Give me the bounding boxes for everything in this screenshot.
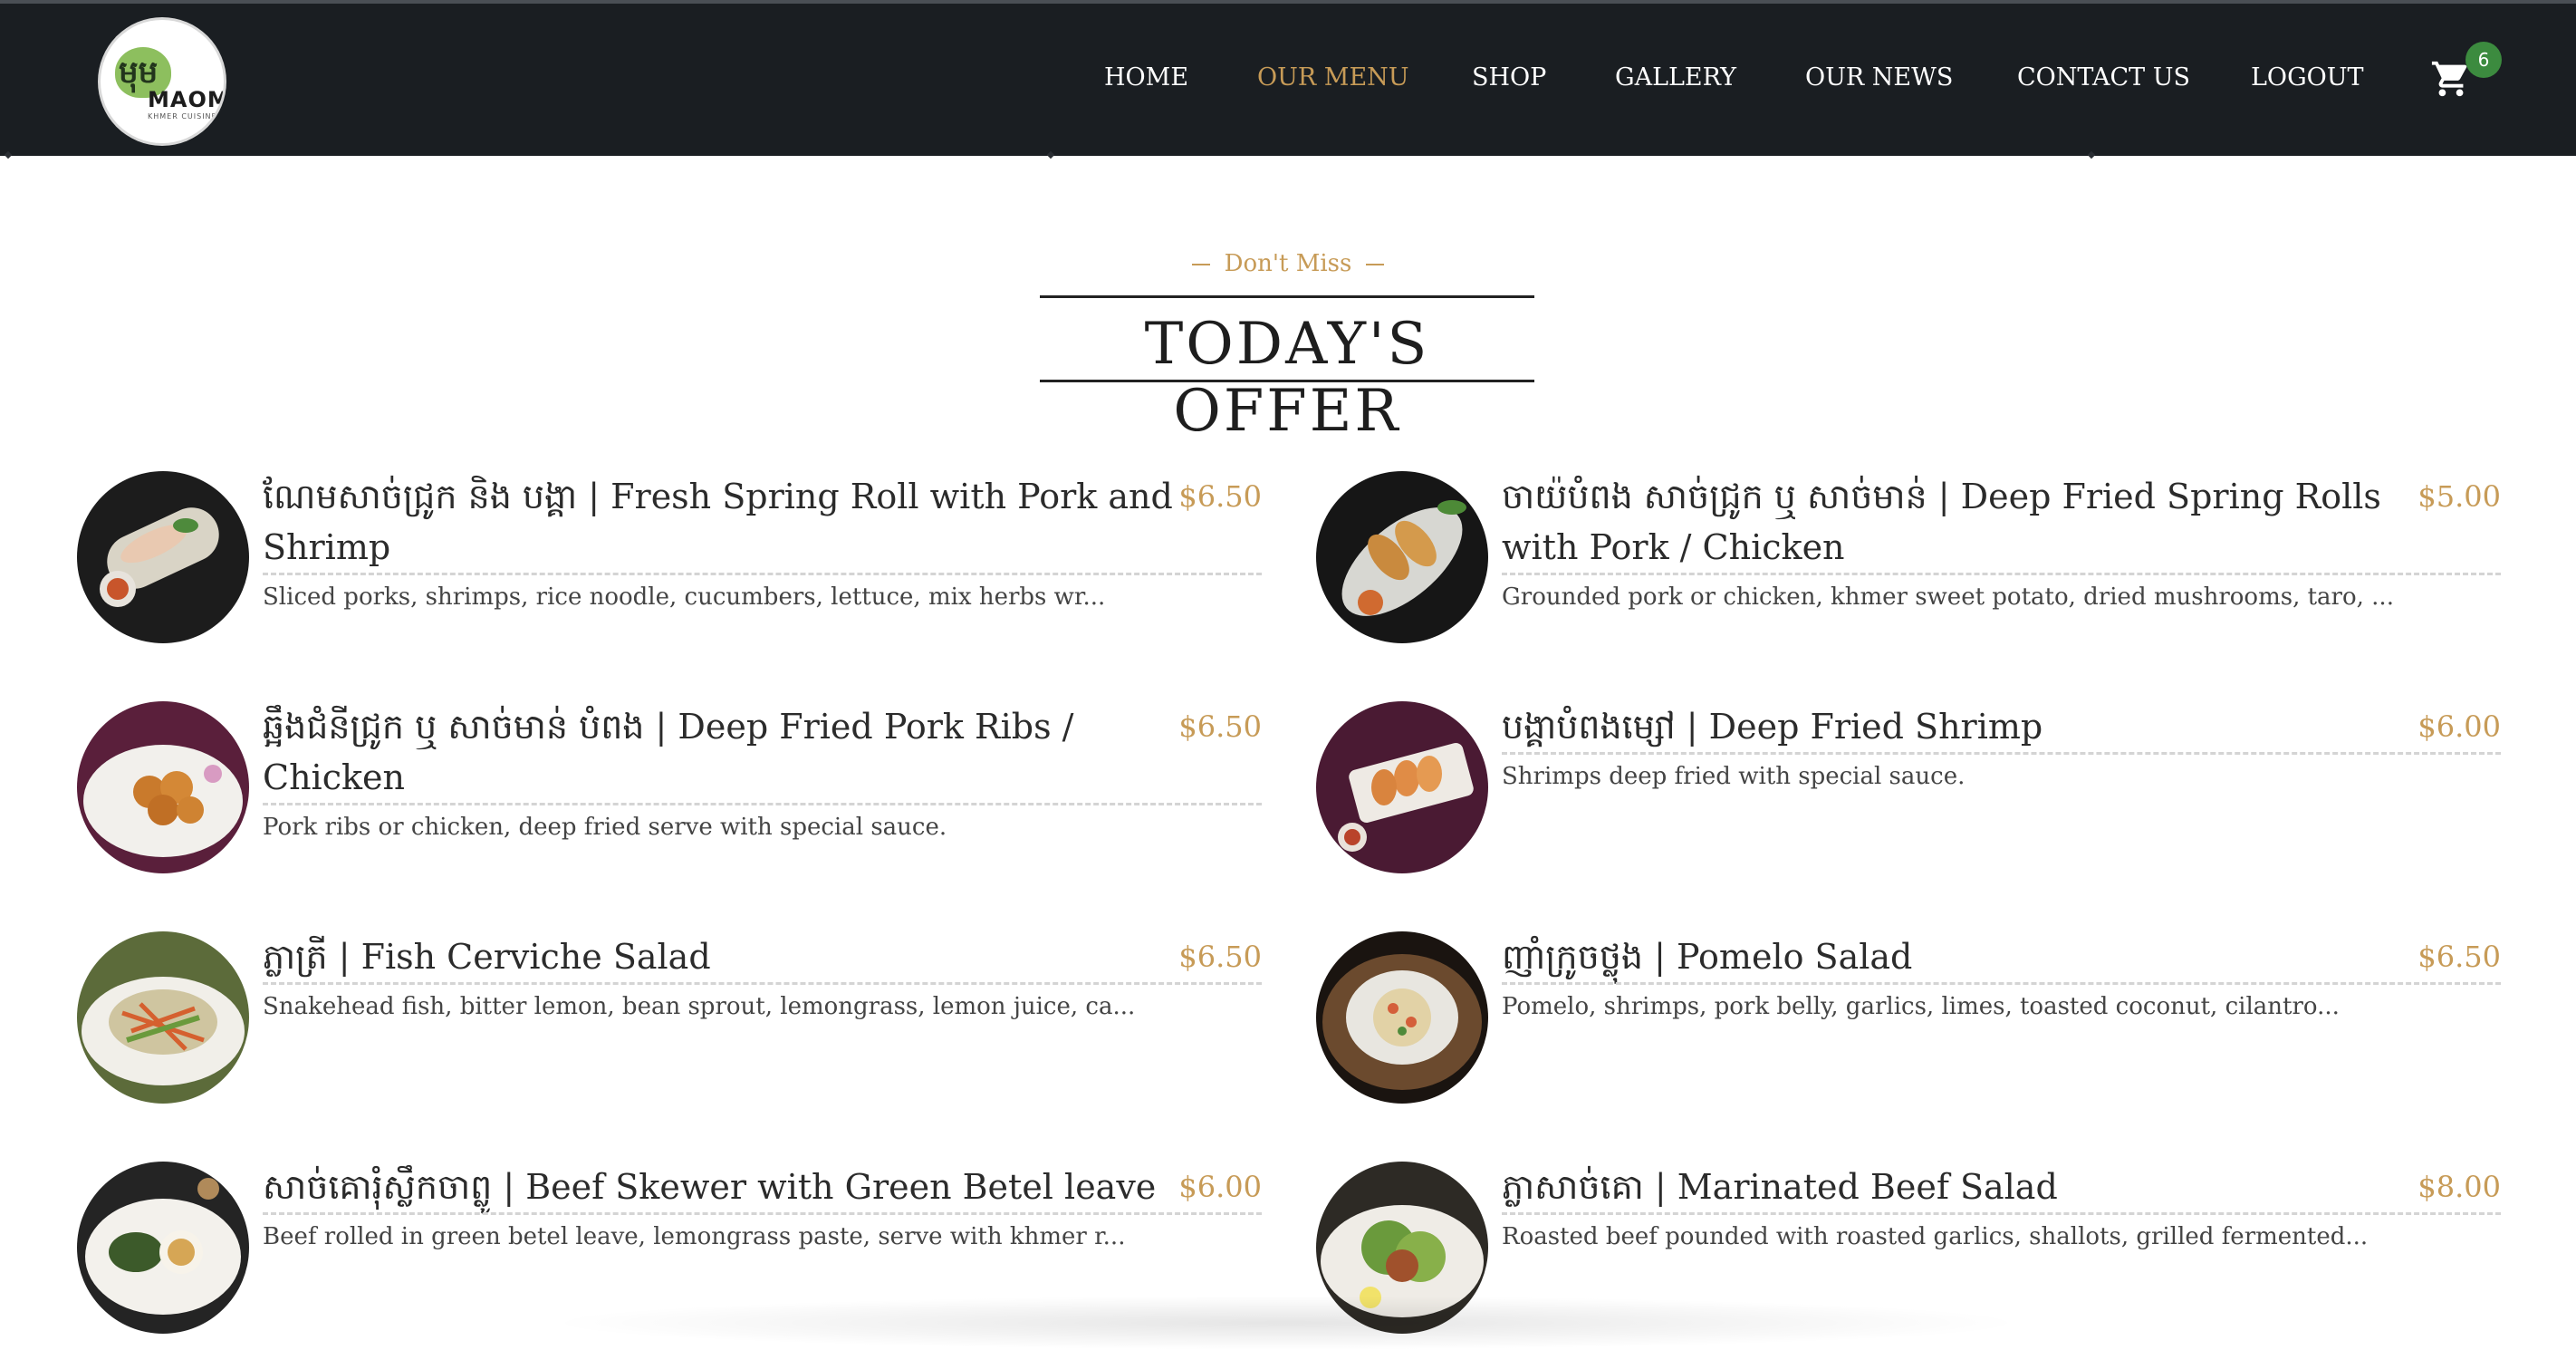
food-photo [77, 471, 249, 643]
menu-item-name[interactable]: សាច់គោរុំស្លឹកចាព្លូ | Beef Skewer with … [263, 1162, 1177, 1212]
menu-item[interactable]: ឆ្អឹងជំនីជ្រូក ឬ សាច់មាន់ បំពង | Deep Fr… [77, 701, 1262, 873]
dashed-divider [263, 573, 1262, 575]
nav-gallery[interactable]: GALLERY [1615, 63, 1736, 92]
food-photo [77, 1162, 249, 1334]
nav-our-menu[interactable]: OUR MENU [1257, 63, 1409, 92]
nav-our-news[interactable]: OUR NEWS [1805, 63, 1953, 92]
menu-item[interactable]: ចាយ៉បំពង សាច់ជ្រូក ឬ សាច់មាន់ | Deep Fri… [1316, 471, 2501, 643]
menu-item-name[interactable]: ភ្លាសាច់គោ | Marinated Beef Salad [1502, 1162, 2417, 1212]
menu-item[interactable]: ណែមសាច់ជ្រូក និង បង្គា | Fresh Spring Ro… [77, 471, 1262, 643]
dashed-divider [263, 803, 1262, 805]
menu-item-price: $6.50 [2417, 940, 2501, 974]
menu-item-name[interactable]: ណែមសាច់ជ្រូក និង បង្គា | Fresh Spring Ro… [263, 471, 1177, 573]
menu-item-name[interactable]: ភ្លាត្រី | Fish Cerviche Salad [263, 931, 1177, 982]
menu-item-price: $8.00 [2417, 1170, 2501, 1204]
dashed-divider [1502, 1212, 2501, 1215]
site-header: មុម MAOM KHMER CUISINE HOME OUR MENU SHO… [0, 4, 2576, 156]
bottom-shadow [543, 1296, 2029, 1350]
subtitle-text: Don't Miss [1224, 250, 1352, 277]
menu-item-description: Grounded pork or chicken, khmer sweet po… [1502, 583, 2394, 611]
dashed-divider [1502, 752, 2501, 755]
dashed-divider [263, 1212, 1262, 1215]
menu-item-description: Pork ribs or chicken, deep fried serve w… [263, 814, 947, 841]
menu-item[interactable]: បង្គាបំពងម្សៅ | Deep Fried Shrimp $6.00 … [1316, 701, 2501, 873]
menu-item-description: Pomelo, shrimps, pork belly, garlics, li… [1502, 993, 2340, 1020]
menu-item-name[interactable]: ឆ្អឹងជំនីជ្រូក ឬ សាច់មាន់ បំពង | Deep Fr… [263, 701, 1177, 803]
cart-count-badge: 6 [2465, 42, 2502, 78]
menu-item-price: $6.50 [1178, 940, 1262, 974]
menu-item-description: Shrimps deep fried with special sauce. [1502, 763, 1966, 790]
subtitle-dash-left [1191, 264, 1210, 265]
menu-item-price: $6.00 [1178, 1170, 1262, 1204]
menu-item-name[interactable]: ចាយ៉បំពង សាច់ជ្រូក ឬ សាច់មាន់ | Deep Fri… [1502, 471, 2417, 573]
menu-item-price: $6.00 [2417, 709, 2501, 744]
nav-contact-us[interactable]: CONTACT US [2017, 63, 2190, 92]
menu-item-price: $5.00 [2417, 479, 2501, 514]
menu-item-description: Roasted beef pounded with roasted garlic… [1502, 1223, 2369, 1250]
food-photo [1316, 701, 1488, 873]
menu-item-description: Beef rolled in green betel leave, lemong… [263, 1223, 1126, 1250]
food-photo [1316, 471, 1488, 643]
dashed-divider [1502, 573, 2501, 575]
subtitle-dash-right [1366, 264, 1385, 265]
menu-item-description: Snakehead fish, bitter lemon, bean sprou… [263, 993, 1136, 1020]
main-nav: HOME OUR MENU SHOP GALLERY OUR NEWS CONT… [0, 4, 2576, 156]
food-photo [1316, 931, 1488, 1104]
menu-item-description: Sliced porks, shrimps, rice noodle, cucu… [263, 583, 1106, 611]
menu-item-price: $6.50 [1178, 709, 1262, 744]
menu-item[interactable]: ភ្លាត្រី | Fish Cerviche Salad $6.50 Sna… [77, 931, 1262, 1104]
dashed-divider [1502, 982, 2501, 985]
dashed-divider [263, 982, 1262, 985]
nav-home[interactable]: HOME [1104, 63, 1188, 92]
nav-shop[interactable]: SHOP [1472, 63, 1546, 92]
food-photo [77, 931, 249, 1104]
menu-item-name[interactable]: ញាំក្រូចថ្លុង | Pomelo Salad [1502, 931, 2417, 982]
menu-item[interactable]: ញាំក្រូចថ្លុង | Pomelo Salad $6.50 Pomel… [1316, 931, 2501, 1104]
section-subtitle: Don't Miss [0, 250, 2576, 277]
section-title: TODAY'S OFFER [1144, 311, 1430, 445]
section-title-box: TODAY'S OFFER [1040, 295, 1534, 445]
menu-item-price: $6.50 [1178, 479, 1262, 514]
menu-item-name[interactable]: បង្គាបំពងម្សៅ | Deep Fried Shrimp [1502, 701, 2417, 752]
nav-logout[interactable]: LOGOUT [2251, 63, 2364, 92]
food-photo [77, 701, 249, 873]
